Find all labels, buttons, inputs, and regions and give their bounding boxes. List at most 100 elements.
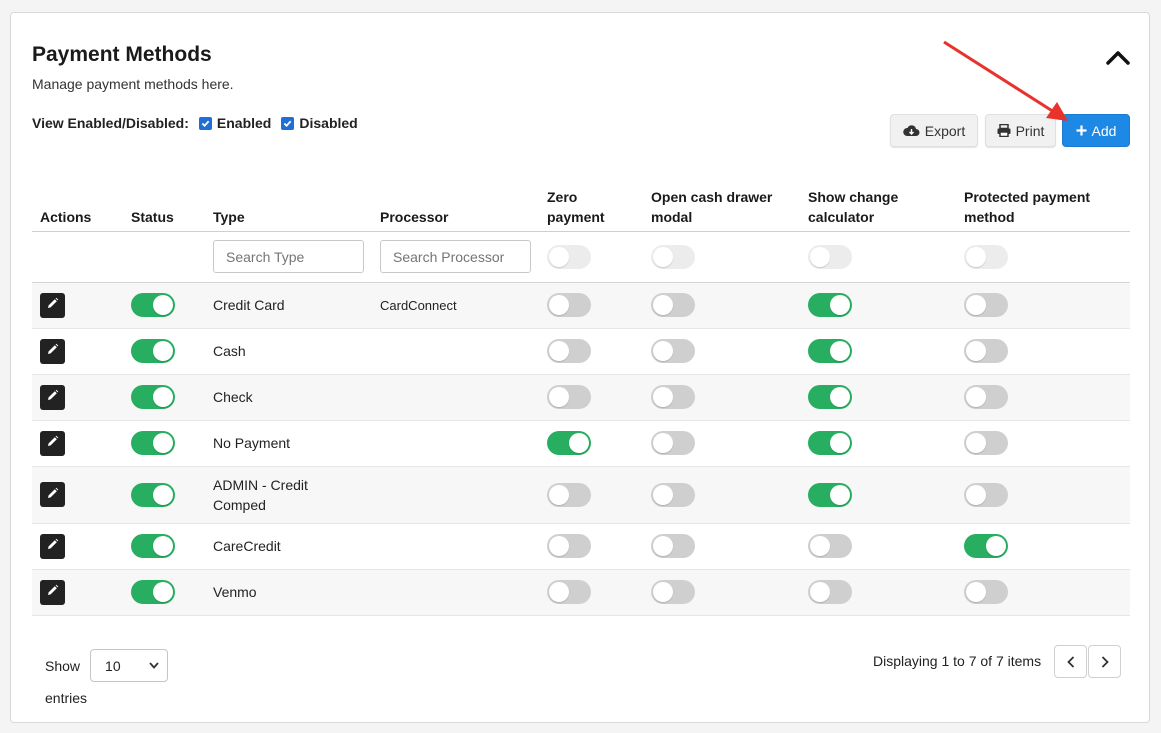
type-cell: ADMIN - Credit Comped bbox=[213, 476, 308, 513]
disabled-checkbox[interactable]: Disabled bbox=[281, 115, 358, 131]
chevron-down-icon bbox=[149, 662, 159, 669]
show-change-toggle[interactable] bbox=[808, 431, 852, 455]
chevron-left-icon bbox=[1066, 655, 1074, 668]
protected-payment-toggle[interactable] bbox=[964, 534, 1008, 558]
status-toggle[interactable] bbox=[131, 534, 175, 558]
page-size-select[interactable]: 10 bbox=[90, 649, 169, 682]
open-cash-drawer-toggle[interactable] bbox=[651, 534, 695, 558]
zero-payment-toggle[interactable] bbox=[547, 580, 591, 604]
column-header: Actions bbox=[32, 178, 123, 232]
zero-payment-filter-toggle[interactable] bbox=[547, 244, 591, 269]
type-cell: Check bbox=[213, 389, 253, 405]
edit-button[interactable] bbox=[40, 292, 65, 318]
chevron-up-icon[interactable] bbox=[1105, 47, 1131, 67]
status-toggle[interactable] bbox=[131, 482, 175, 507]
processor-cell: CardConnect bbox=[380, 298, 457, 313]
edit-button[interactable] bbox=[40, 533, 65, 559]
pencil-icon bbox=[46, 343, 59, 359]
search-processor-input[interactable] bbox=[380, 240, 531, 273]
search-row bbox=[32, 231, 1130, 283]
zero-payment-toggle[interactable] bbox=[547, 431, 591, 455]
show-change-toggle[interactable] bbox=[808, 385, 852, 409]
type-cell: CareCredit bbox=[213, 538, 281, 554]
open-cash-drawer-toggle[interactable] bbox=[651, 482, 695, 507]
status-toggle[interactable] bbox=[131, 431, 175, 455]
table-row: CareCredit bbox=[32, 523, 1130, 570]
open-cash-drawer-toggle[interactable] bbox=[651, 431, 695, 455]
protected-payment-toggle[interactable] bbox=[964, 339, 1008, 363]
show-change-toggle[interactable] bbox=[808, 339, 852, 363]
check-icon bbox=[198, 116, 212, 130]
status-toggle[interactable] bbox=[131, 580, 175, 604]
type-cell: Cash bbox=[213, 343, 246, 359]
show-change-toggle[interactable] bbox=[808, 293, 852, 317]
entries-label: entries bbox=[45, 690, 88, 706]
table-header-row: Actions Status Type Processor Zero payme… bbox=[32, 178, 1130, 232]
zero-payment-toggle[interactable] bbox=[547, 385, 591, 409]
show-change-toggle[interactable] bbox=[808, 580, 852, 604]
protected-filter-toggle[interactable] bbox=[964, 244, 1008, 269]
zero-payment-toggle[interactable] bbox=[547, 534, 591, 558]
check-icon bbox=[281, 116, 295, 130]
enabled-disabled-filter: View Enabled/Disabled: Enabled Disabled bbox=[32, 115, 358, 131]
edit-button[interactable] bbox=[40, 338, 65, 364]
pagination-summary: Displaying 1 to 7 of 7 items bbox=[873, 653, 1042, 669]
pencil-icon bbox=[46, 584, 59, 600]
protected-payment-toggle[interactable] bbox=[964, 385, 1008, 409]
pencil-icon bbox=[46, 435, 59, 451]
edit-button[interactable] bbox=[40, 430, 65, 456]
pencil-icon bbox=[46, 538, 59, 554]
enabled-label: Enabled bbox=[216, 115, 272, 131]
open-cash-drawer-toggle[interactable] bbox=[651, 339, 695, 363]
zero-payment-toggle[interactable] bbox=[547, 293, 591, 317]
page-size-value: 10 bbox=[105, 657, 121, 674]
column-header: Processor bbox=[372, 178, 539, 232]
open-cash-drawer-filter-toggle[interactable] bbox=[651, 244, 695, 269]
show-change-filter-toggle[interactable] bbox=[808, 244, 852, 269]
pencil-icon bbox=[46, 297, 59, 313]
column-header: Type bbox=[205, 178, 372, 232]
status-toggle[interactable] bbox=[131, 293, 175, 317]
zero-payment-toggle[interactable] bbox=[547, 339, 591, 363]
table-row: Check bbox=[32, 374, 1130, 421]
status-toggle[interactable] bbox=[131, 385, 175, 409]
enabled-checkbox[interactable]: Enabled bbox=[198, 115, 272, 131]
table-row: Credit Card CardConnect bbox=[32, 282, 1130, 329]
page-size-control: Show 10 bbox=[45, 649, 169, 682]
status-toggle[interactable] bbox=[131, 339, 175, 363]
show-label: Show bbox=[45, 657, 81, 674]
type-cell: No Payment bbox=[213, 435, 291, 451]
pencil-icon bbox=[46, 389, 59, 405]
open-cash-drawer-toggle[interactable] bbox=[651, 580, 695, 604]
column-header: Protected payment method bbox=[956, 178, 1130, 232]
zero-payment-toggle[interactable] bbox=[547, 482, 591, 507]
show-change-toggle[interactable] bbox=[808, 482, 852, 507]
cloud-download-icon bbox=[903, 125, 920, 136]
column-header: Show change calculator bbox=[800, 178, 956, 232]
add-label: Add bbox=[1091, 122, 1117, 139]
open-cash-drawer-toggle[interactable] bbox=[651, 385, 695, 409]
previous-page-button[interactable] bbox=[1054, 645, 1087, 678]
protected-payment-toggle[interactable] bbox=[964, 482, 1008, 507]
protected-payment-toggle[interactable] bbox=[964, 293, 1008, 317]
next-page-button[interactable] bbox=[1088, 645, 1121, 678]
type-cell: Venmo bbox=[213, 584, 257, 600]
pencil-icon bbox=[46, 487, 59, 503]
column-header: Status bbox=[123, 178, 205, 232]
edit-button[interactable] bbox=[40, 384, 65, 410]
page-subtitle: Manage payment methods here. bbox=[32, 76, 234, 92]
protected-payment-toggle[interactable] bbox=[964, 580, 1008, 604]
protected-payment-toggle[interactable] bbox=[964, 431, 1008, 455]
disabled-label: Disabled bbox=[299, 115, 358, 131]
page-title: Payment Methods bbox=[32, 43, 212, 66]
edit-button[interactable] bbox=[40, 482, 65, 507]
open-cash-drawer-toggle[interactable] bbox=[651, 293, 695, 317]
type-cell: Credit Card bbox=[213, 297, 285, 313]
payment-methods-table: Actions Status Type Processor Zero payme… bbox=[32, 178, 1130, 616]
column-header: Open cash drawer modal bbox=[643, 178, 800, 232]
show-change-toggle[interactable] bbox=[808, 534, 852, 558]
search-type-input[interactable] bbox=[213, 240, 364, 273]
edit-button[interactable] bbox=[40, 579, 65, 605]
annotation-arrow-icon bbox=[943, 40, 1068, 121]
column-header: Zero payment bbox=[539, 178, 643, 232]
